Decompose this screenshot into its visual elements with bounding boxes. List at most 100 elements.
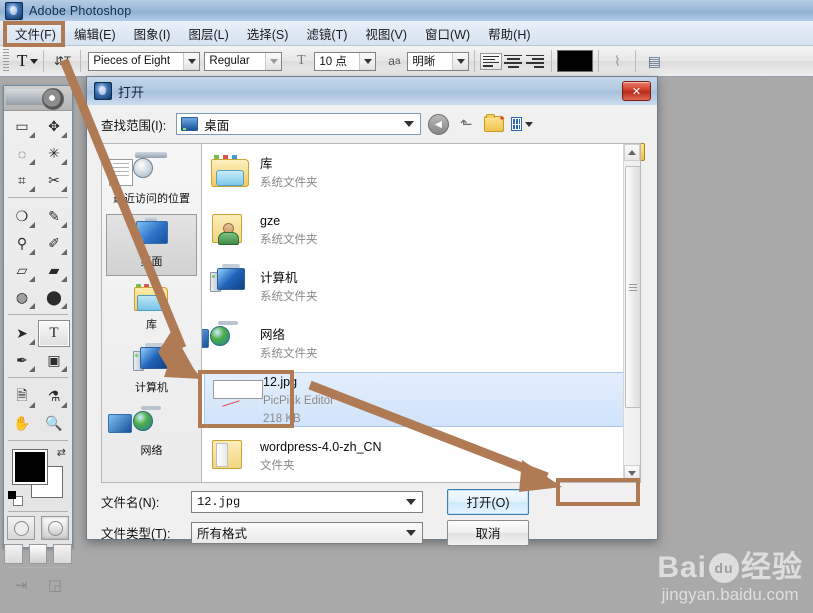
list-item[interactable]: 计算机 系统文件夹 <box>202 258 640 315</box>
file-list[interactable]: 库 系统文件夹 gze 系统文件夹 计算机 系统文件夹 网络 系统文件夹 12.… <box>201 143 641 483</box>
menu-item-view[interactable]: 视图(V) <box>356 21 416 46</box>
new-folder-button[interactable]: ✦ <box>483 113 505 135</box>
filename-input[interactable]: 12.jpg <box>191 490 423 513</box>
toolbox-header[interactable] <box>4 86 72 111</box>
eyedropper-tool[interactable]: ⚗ <box>38 383 70 410</box>
font-family-select[interactable]: Pieces of Eight <box>88 51 201 71</box>
chevron-down-icon[interactable] <box>359 52 376 70</box>
close-icon[interactable]: ✕ <box>622 81 651 101</box>
chevron-down-icon[interactable] <box>30 58 39 64</box>
text-orientation-icon[interactable]: ⇵T <box>49 48 75 74</box>
filetype-select[interactable]: 所有格式 <box>191 521 423 544</box>
list-item[interactable]: 网络 系统文件夹 <box>202 315 640 372</box>
menu-item-edit[interactable]: 编辑(E) <box>65 21 125 46</box>
place-desktop[interactable]: 桌面 <box>106 214 197 276</box>
chevron-down-icon[interactable] <box>183 52 200 70</box>
look-in-select[interactable]: 桌面 <box>176 113 422 135</box>
chevron-down-icon[interactable] <box>406 529 416 536</box>
clone-stamp-tool[interactable]: ⚲ <box>6 230 38 257</box>
marquee-tool[interactable]: ▭ <box>6 113 38 140</box>
pen-tool[interactable]: ✒ <box>6 347 38 374</box>
hand-tool[interactable]: ✋ <box>6 410 38 437</box>
move-tool[interactable]: ✥ <box>38 113 70 140</box>
chevron-down-icon[interactable] <box>406 498 416 505</box>
look-in-row: 查找范围(I): 桌面 ◄ ⬑ ✦ <box>87 105 657 137</box>
place-network[interactable]: 网络 <box>106 403 197 465</box>
path-selection-tool[interactable]: ➤ <box>6 320 38 347</box>
menu-item-layer[interactable]: 图层(L) <box>179 21 237 46</box>
list-item[interactable]: wordpress-4.0-zh_CN 文件夹 <box>202 427 640 482</box>
scroll-up-button[interactable] <box>624 144 640 161</box>
app-title: Adobe Photoshop <box>29 3 132 18</box>
color-swatches: ⇄ <box>4 444 72 508</box>
back-button[interactable]: ◄ <box>427 113 449 135</box>
text-color-swatch[interactable] <box>557 50 594 72</box>
chevron-down-icon[interactable] <box>265 52 282 70</box>
menu-item-file[interactable]: 文件(F) <box>6 21 65 46</box>
font-size-value: 10 点 <box>319 56 347 68</box>
list-item[interactable]: gze 系统文件夹 <box>202 201 640 258</box>
imageready-icon[interactable]: ◲ <box>42 574 68 596</box>
divider <box>8 511 68 512</box>
dodge-tool[interactable]: ⬤ <box>38 284 70 311</box>
align-center-icon[interactable] <box>502 53 524 70</box>
anti-aliasing-select[interactable]: 明晰 <box>407 51 470 71</box>
foreground-color-swatch[interactable] <box>13 450 47 484</box>
chevron-down-icon[interactable] <box>452 52 469 70</box>
toolbox-footer: ⇥ ◲ <box>4 574 72 596</box>
lasso-tool[interactable]: ◌ <box>6 140 38 167</box>
warp-text-icon[interactable]: ⌇ <box>604 48 630 74</box>
gradient-tool[interactable]: ▰ <box>38 257 70 284</box>
menu-item-window[interactable]: 窗口(W) <box>416 21 479 46</box>
magic-wand-tool[interactable]: ✳ <box>38 140 70 167</box>
brush-tool[interactable]: ✎ <box>38 203 70 230</box>
crop-tool[interactable]: ⌗ <box>6 167 38 194</box>
slice-tool[interactable]: ✂ <box>38 167 70 194</box>
font-size-select[interactable]: 10 点 <box>314 51 377 71</box>
align-right-icon[interactable] <box>524 53 546 70</box>
menu-item-filter[interactable]: 滤镜(T) <box>297 21 356 46</box>
history-brush-tool[interactable]: ✐ <box>38 230 70 257</box>
swap-colors-icon[interactable]: ⇄ <box>57 446 66 459</box>
blur-tool[interactable]: ◍ <box>6 284 38 311</box>
standard-screen-mode[interactable] <box>4 544 23 564</box>
place-recent-places[interactable]: 最近访问的位置 <box>106 151 197 213</box>
up-one-level-button[interactable]: ⬑ <box>455 113 477 135</box>
type-tool[interactable]: T <box>38 320 70 347</box>
place-computer[interactable]: 计算机 <box>106 340 197 402</box>
options-bar-grip[interactable] <box>3 49 9 73</box>
full-screen-mode[interactable] <box>53 544 73 564</box>
list-item[interactable]: 库 系统文件夹 <box>202 144 640 201</box>
place-libraries[interactable]: 库 <box>106 277 197 339</box>
image-thumbnail-icon <box>213 379 263 419</box>
notes-tool[interactable]: 🗎 <box>6 383 38 410</box>
jump-to-imageready-icon[interactable]: ⇥ <box>8 574 34 596</box>
filename-row: 文件名(N): 12.jpg 打开(O) <box>101 488 646 515</box>
filename-label: 文件名(N): <box>101 496 160 510</box>
font-style-select[interactable]: Regular <box>204 51 283 71</box>
file-list-scrollbar[interactable] <box>623 144 640 482</box>
network-icon <box>107 406 171 443</box>
menu-item-image[interactable]: 图象(I) <box>125 21 180 46</box>
type-tool-icon[interactable]: T <box>17 51 27 71</box>
list-item-selected[interactable]: 12.jpg PicPick Editor 218 KB <box>204 372 630 427</box>
shape-tool[interactable]: ▣ <box>38 347 70 374</box>
views-button[interactable] <box>511 113 534 135</box>
full-screen-menubar-mode[interactable] <box>28 544 48 564</box>
toggle-palettes-icon[interactable]: ▤ <box>641 48 667 74</box>
default-colors-icon[interactable] <box>8 491 23 506</box>
healing-brush-tool[interactable]: ❍ <box>6 203 38 230</box>
cancel-button[interactable]: 取消 <box>447 519 529 546</box>
open-button[interactable]: 打开(O) <box>447 488 529 515</box>
align-left-icon[interactable] <box>480 52 503 70</box>
chevron-down-icon[interactable] <box>404 121 415 127</box>
quick-mask-mode-icon[interactable] <box>41 516 69 540</box>
standard-mode-icon[interactable] <box>7 516 35 540</box>
zoom-tool[interactable]: 🔍 <box>38 410 70 437</box>
eraser-tool[interactable]: ▱ <box>6 257 38 284</box>
scrollbar-thumb[interactable] <box>625 166 640 408</box>
menu-item-select[interactable]: 选择(S) <box>238 21 298 46</box>
menu-item-help[interactable]: 帮助(H) <box>479 21 539 46</box>
scroll-down-button[interactable] <box>624 465 640 482</box>
dialog-titlebar[interactable]: 打开 ✕ <box>87 77 657 106</box>
